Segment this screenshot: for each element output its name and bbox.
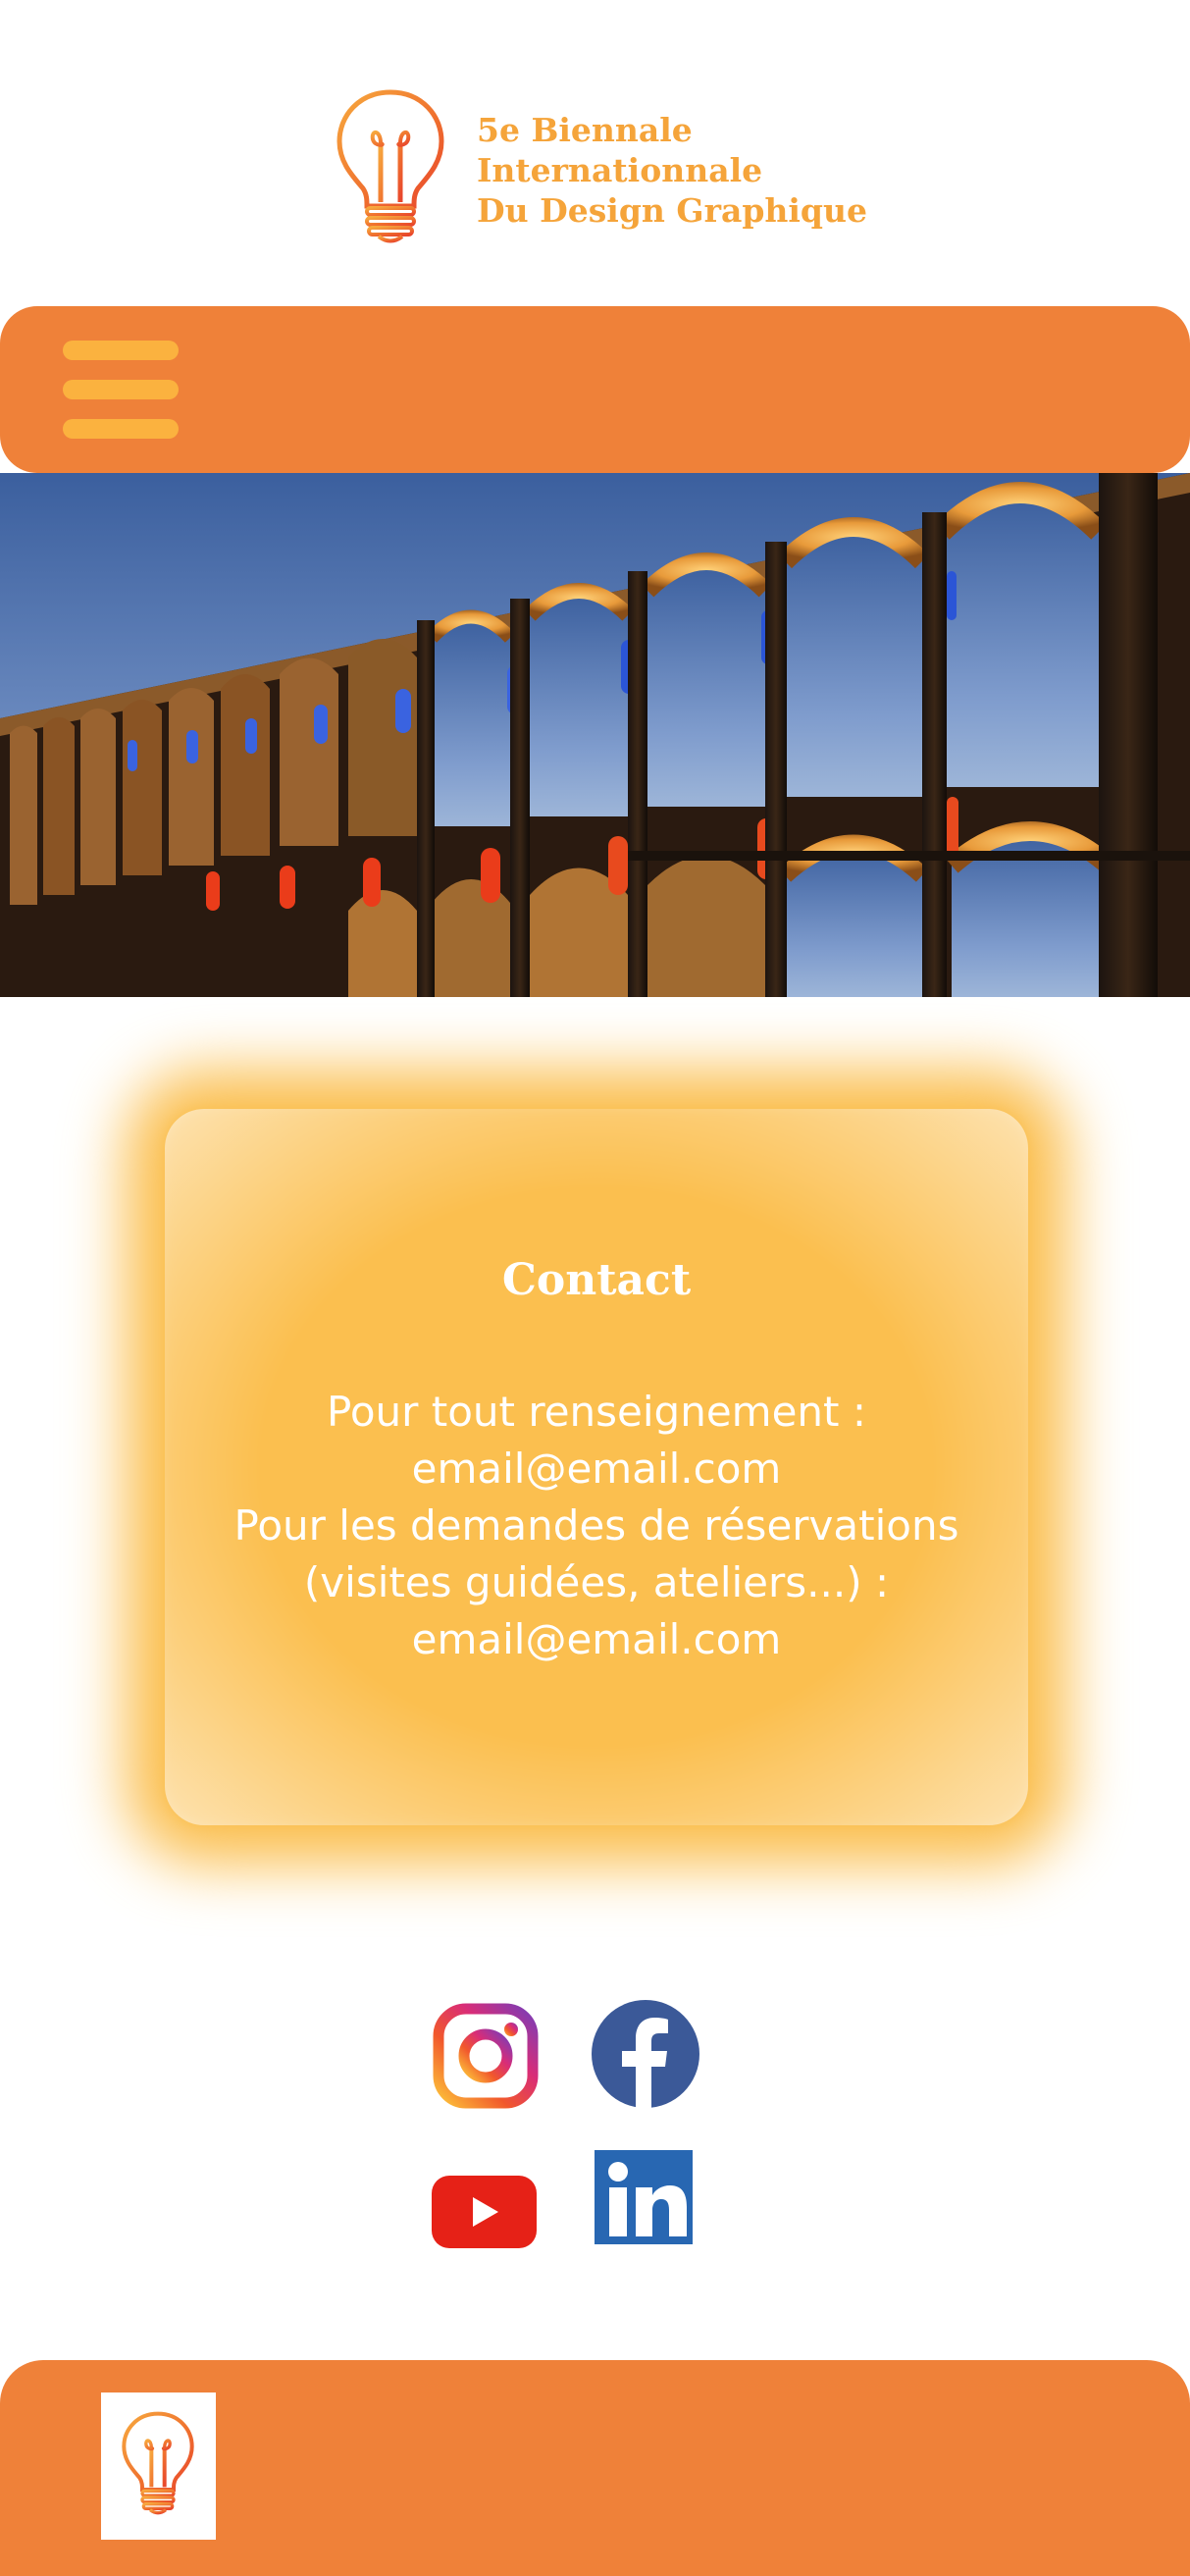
lightbulb-logo-icon (336, 89, 444, 243)
footer-lightbulb-icon (122, 2411, 194, 2515)
contact-title: Contact (501, 1255, 692, 1305)
site-title-line-2: Internationnale (477, 151, 763, 189)
hamburger-menu-icon[interactable] (63, 341, 179, 442)
contact-line-reservations: Pour les demandes de réservations (233, 1501, 959, 1550)
youtube-icon[interactable] (432, 2176, 537, 2248)
contact-body: Pour tout renseignement : email@email.co… (165, 1384, 1028, 1668)
contact-line-reservations-detail: (visites guidées, ateliers...) : (303, 1558, 890, 1606)
hero-aqueduct-image (0, 473, 1190, 997)
footer-logo[interactable] (101, 2392, 216, 2540)
facebook-icon[interactable] (592, 2000, 699, 2108)
site-title-line-3: Du Design Graphique (477, 191, 867, 230)
site-title: 5e Biennale Internationnale Du Design Gr… (477, 110, 867, 231)
site-title-line-1: 5e Biennale (477, 111, 693, 149)
contact-email-info[interactable]: email@email.com (165, 1441, 1028, 1498)
contact-email-reservations[interactable]: email@email.com (165, 1611, 1028, 1668)
instagram-icon[interactable] (433, 2003, 539, 2109)
contact-line-info: Pour tout renseignement : (326, 1388, 867, 1436)
linkedin-icon[interactable] (595, 2150, 693, 2244)
